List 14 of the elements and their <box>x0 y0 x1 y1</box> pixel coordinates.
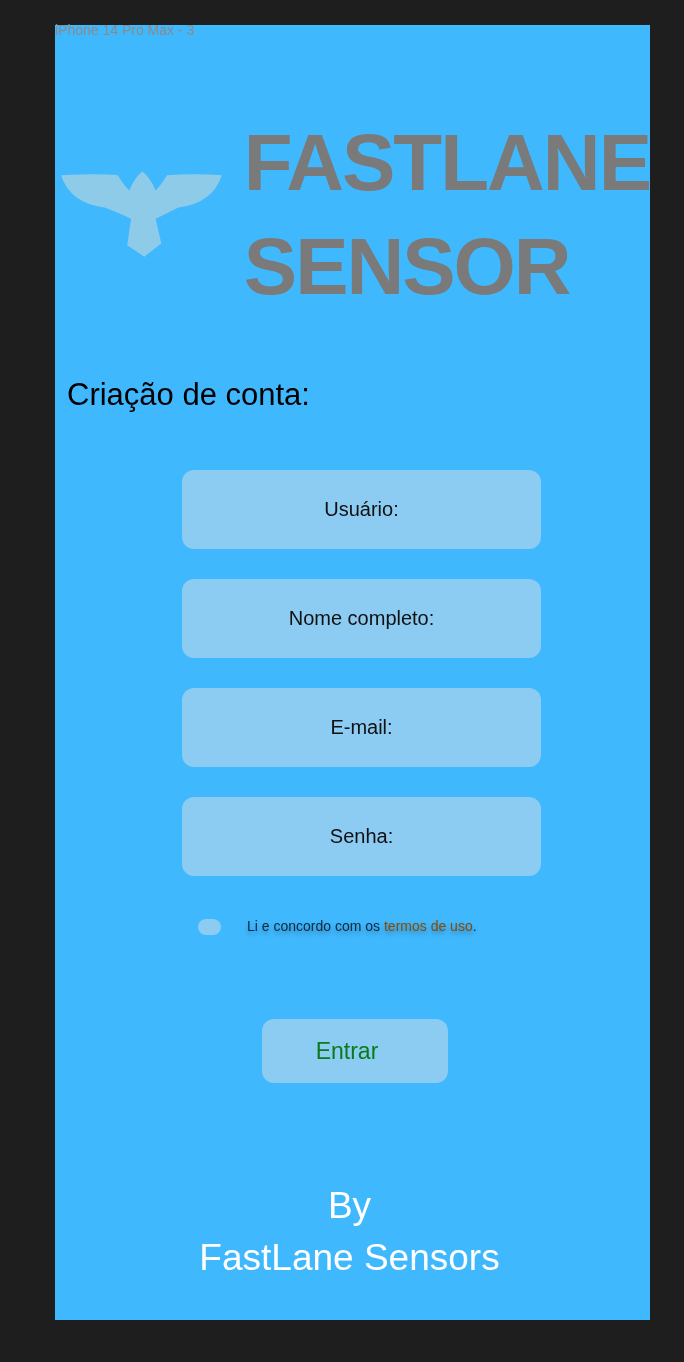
submit-button[interactable]: Entrar <box>262 1019 448 1083</box>
window-title: iPhone 14 Pro Max - 3 <box>55 22 195 38</box>
logo-text: FASTLANE <box>243 117 650 209</box>
input-field[interactable]: Usuário: <box>182 470 541 549</box>
terms-sentence: Li e concordo com os termos de uso. <box>247 917 477 936</box>
input-field[interactable]: Nome completo: <box>182 579 541 658</box>
terms-link[interactable]: termos de uso <box>383 918 473 934</box>
form-heading: Criação de conta: <box>67 376 311 414</box>
footer-text: FastLane Sensors <box>199 1236 500 1280</box>
logo-text: SENSOR <box>243 221 570 313</box>
agree-checkbox[interactable] <box>198 918 221 935</box>
input-field[interactable]: Senha: <box>182 797 541 876</box>
footer-text: By <box>327 1184 372 1228</box>
input-field[interactable]: E-mail: <box>182 688 541 767</box>
